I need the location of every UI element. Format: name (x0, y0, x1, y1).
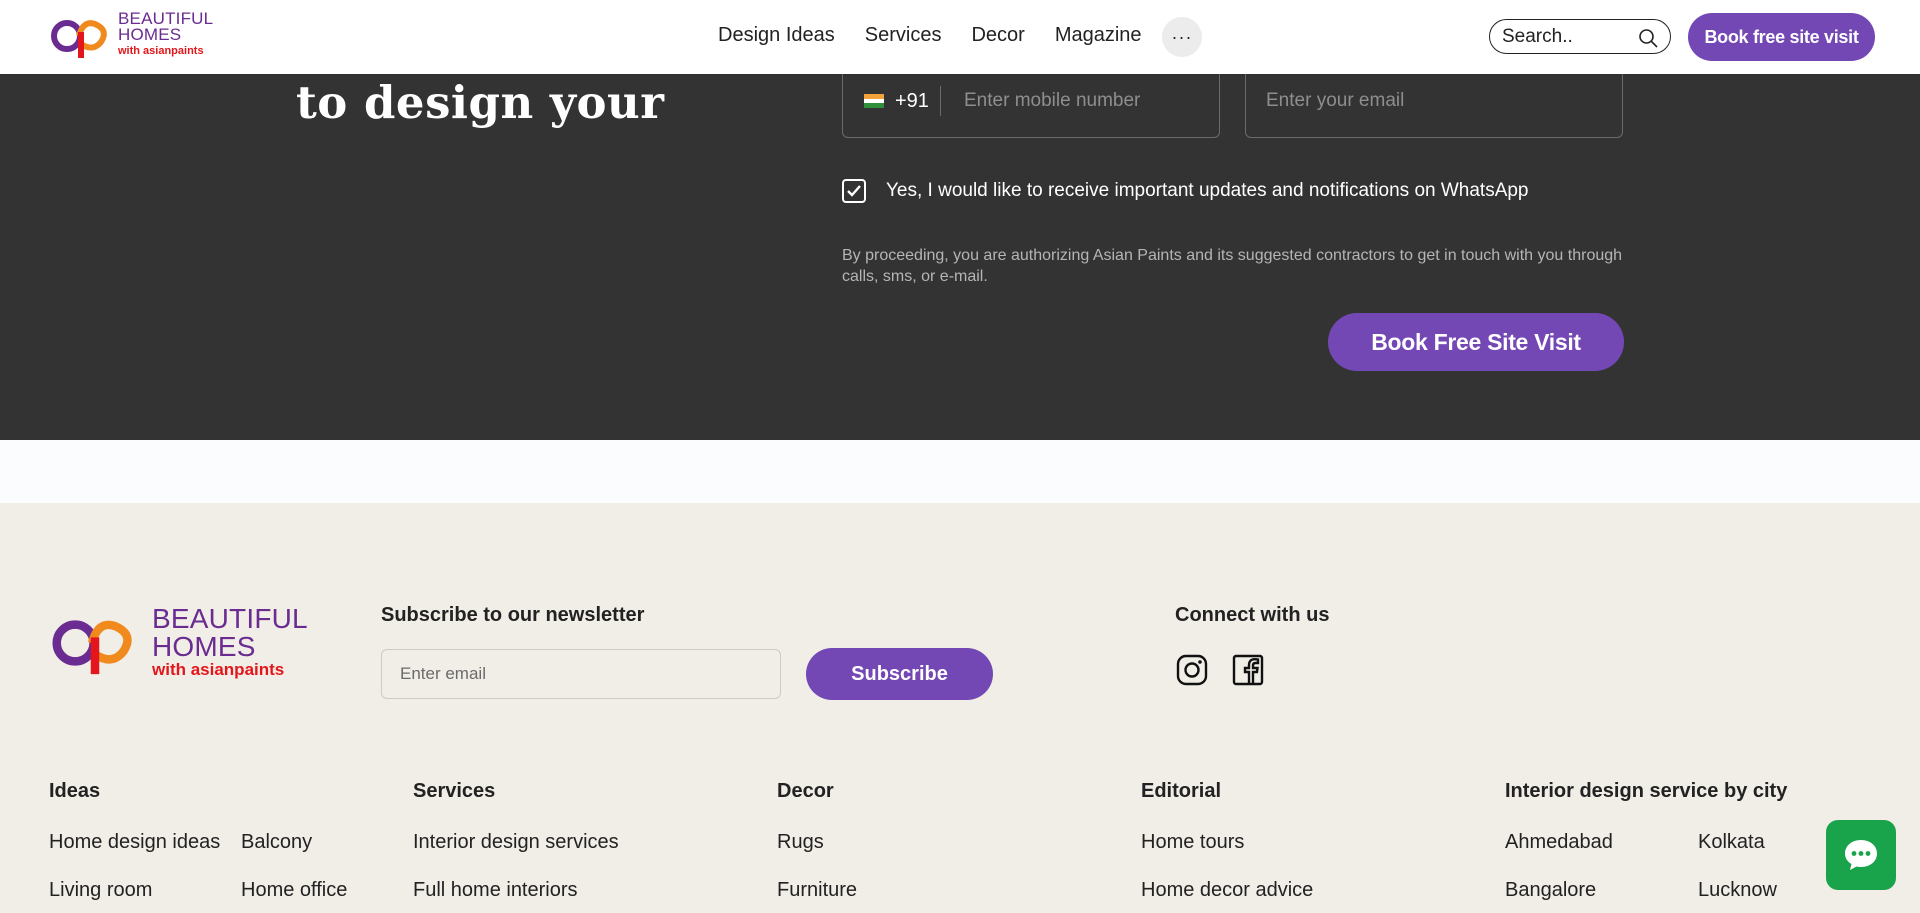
footer-link-balcony[interactable]: Balcony (241, 831, 312, 854)
footer-col-cities-title: Interior design service by city (1505, 780, 1788, 802)
email-field[interactable] (1245, 74, 1623, 138)
footer-link-home-design-ideas[interactable]: Home design ideas (49, 831, 220, 854)
facebook-icon[interactable] (1232, 654, 1264, 686)
more-dots-icon: ··· (1171, 26, 1193, 47)
footer-logo-line-2: HOMES (152, 631, 256, 662)
mobile-field[interactable]: +91 (842, 74, 1220, 138)
book-free-site-visit-button[interactable]: Book Free Site Visit (1328, 313, 1624, 371)
footer-link-interior-design-services[interactable]: Interior design services (413, 831, 619, 854)
newsletter-email-input[interactable] (381, 649, 781, 699)
footer-logo[interactable]: BEAUTIFUL HOMES with asianpaints (49, 605, 309, 679)
connect-title: Connect with us (1175, 604, 1330, 626)
logo-mark-icon (51, 20, 107, 58)
chat-button[interactable] (1826, 820, 1896, 890)
book-site-visit-header-button[interactable]: Book free site visit (1688, 13, 1875, 61)
email-input[interactable] (1266, 88, 1596, 114)
main-nav: Design Ideas Services Decor Magazine (718, 24, 1172, 47)
footer-col-decor-title: Decor (777, 780, 834, 802)
field-divider (940, 86, 941, 116)
country-code[interactable]: +91 (895, 90, 929, 113)
site-logo[interactable]: BEAUTIFUL HOMES with asianpaints (49, 10, 229, 62)
footer-logo-mark-icon (52, 620, 132, 675)
whatsapp-consent-label[interactable]: Yes, I would like to receive important u… (886, 180, 1529, 202)
footer-link-furniture[interactable]: Furniture (777, 879, 857, 902)
nav-design-ideas[interactable]: Design Ideas (718, 24, 835, 47)
chat-bubble-icon (1845, 840, 1877, 870)
india-flag-icon (864, 94, 884, 108)
lead-form-section: to design your +91 Yes, I would like to … (0, 74, 1920, 440)
whatsapp-consent-checkbox[interactable] (842, 179, 866, 203)
footer-logo-text: BEAUTIFUL HOMES with asianpaints (152, 605, 308, 679)
footer-link-home-office[interactable]: Home office (241, 879, 347, 902)
site-footer: BEAUTIFUL HOMES with asianpaints Subscri… (0, 503, 1920, 913)
footer-col-ideas-title: Ideas (49, 780, 101, 802)
instagram-icon[interactable] (1176, 654, 1208, 686)
newsletter-title: Subscribe to our newsletter (381, 604, 645, 626)
nav-magazine[interactable]: Magazine (1055, 24, 1142, 47)
footer-link-living-room[interactable]: Living room (49, 879, 152, 902)
footer-link-home-tours[interactable]: Home tours (1141, 831, 1244, 854)
footer-col-editorial-title: Editorial (1141, 780, 1222, 802)
nav-services[interactable]: Services (865, 24, 942, 47)
footer-link-bangalore[interactable]: Bangalore (1505, 879, 1596, 902)
footer-link-lucknow[interactable]: Lucknow (1698, 879, 1777, 902)
footer-col-services-title: Services (413, 780, 496, 802)
footer-link-kolkata[interactable]: Kolkata (1698, 831, 1765, 854)
consent-disclaimer: By proceeding, you are authorizing Asian… (842, 247, 1623, 285)
section-spacer (0, 440, 1920, 503)
footer-link-ahmedabad[interactable]: Ahmedabad (1505, 831, 1613, 854)
search-icon[interactable] (1638, 28, 1658, 48)
logo-text: BEAUTIFUL HOMES with asianpaints (118, 10, 213, 59)
search-box[interactable] (1489, 19, 1671, 54)
logo-line-2: HOMES (118, 25, 182, 44)
form-heading: to design your (296, 76, 665, 129)
logo-line-3: with asianpaints (118, 45, 204, 57)
footer-logo-line-3: with asianpaints (152, 660, 285, 679)
search-input[interactable] (1502, 26, 1632, 48)
more-menu-button[interactable]: ··· (1162, 17, 1202, 57)
mobile-input[interactable] (964, 88, 1204, 114)
subscribe-button[interactable]: Subscribe (806, 648, 993, 700)
footer-link-home-decor-advice[interactable]: Home decor advice (1141, 879, 1313, 902)
checkmark-icon (847, 185, 861, 197)
footer-link-full-home-interiors[interactable]: Full home interiors (413, 879, 578, 902)
footer-link-rugs[interactable]: Rugs (777, 831, 824, 854)
nav-decor[interactable]: Decor (971, 24, 1024, 47)
site-header: BEAUTIFUL HOMES with asianpaints Design … (0, 0, 1920, 74)
footer-logo-line-1: BEAUTIFUL (152, 603, 308, 634)
